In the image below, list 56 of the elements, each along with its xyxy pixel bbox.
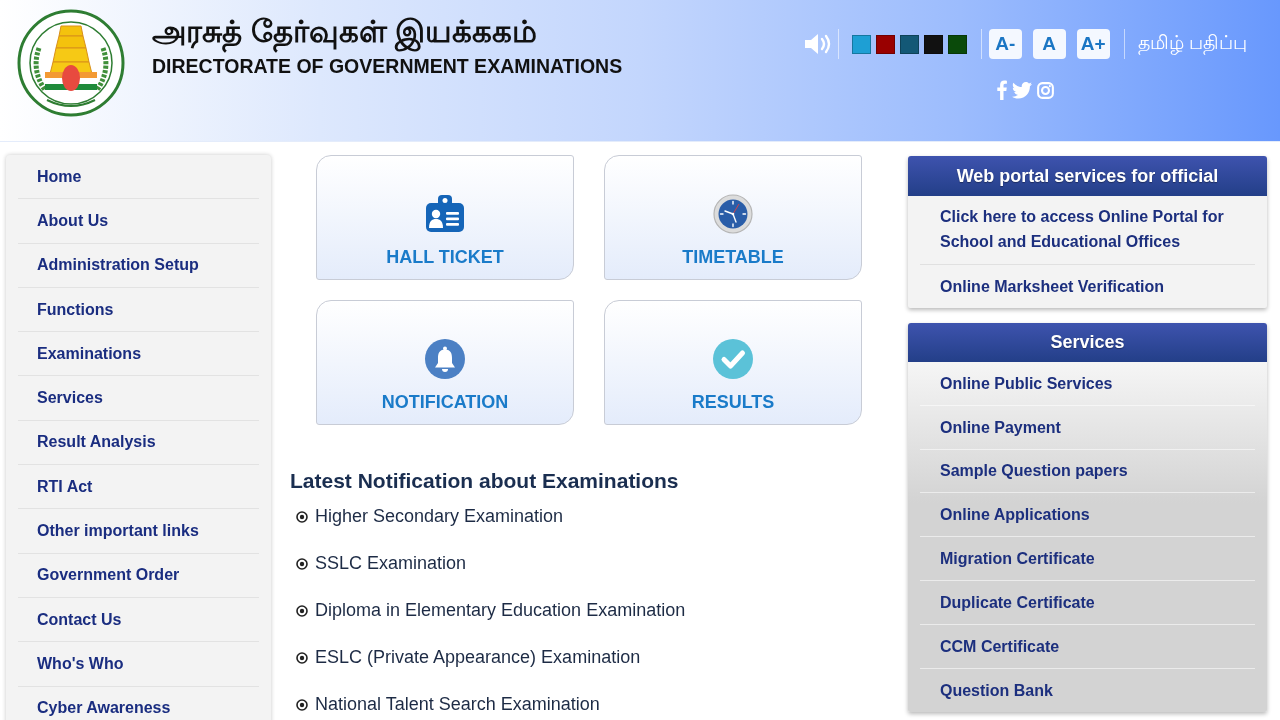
bell-icon: [425, 339, 465, 379]
panel-link[interactable]: CCM Certificate: [940, 633, 1060, 659]
sidebar-link[interactable]: Administration Setup: [37, 256, 199, 275]
panel-link[interactable]: Question Bank: [940, 677, 1053, 703]
clock-icon: [713, 194, 753, 234]
panel-link[interactable]: Online Applications: [940, 502, 1090, 528]
panel-link[interactable]: Online Public Services: [940, 370, 1113, 396]
color-swatch-icon[interactable]: [899, 34, 919, 54]
panel-link[interactable]: Migration Certificate: [940, 546, 1095, 572]
dot-circle-icon: [296, 510, 308, 523]
facebook-icon[interactable]: [996, 80, 1007, 100]
notification-link[interactable]: ESLC (Private Appearance) Examination: [296, 647, 641, 668]
color-swatch-icon[interactable]: [947, 34, 967, 54]
sidebar-link[interactable]: Other important links: [37, 522, 199, 540]
font-reset-button[interactable]: A: [1032, 29, 1066, 59]
font-increase-button[interactable]: A+: [1076, 29, 1110, 59]
sidebar-link[interactable]: RTI Act: [37, 477, 93, 496]
notification-link[interactable]: Diploma in Elementary Education Examination: [296, 600, 686, 621]
color-swatch-icon[interactable]: [875, 34, 895, 54]
shortcut-tile[interactable]: RESULTS: [604, 300, 862, 425]
instagram-icon[interactable]: [1036, 81, 1054, 99]
panel-link[interactable]: Online Marksheet Verification: [940, 274, 1165, 299]
shortcut-tile[interactable]: NOTIFICATION: [316, 300, 574, 425]
panel-link[interactable]: Online Payment: [940, 414, 1061, 440]
sidebar-link[interactable]: Who's Who: [37, 654, 124, 673]
sidebar-link[interactable]: Result Analysis: [37, 433, 156, 452]
dot-circle-icon: [296, 557, 308, 570]
sidebar-link[interactable]: Examinations: [37, 344, 142, 363]
panel-header: Web portal services for official: [908, 156, 1267, 196]
sidebar-link[interactable]: Services: [37, 389, 103, 408]
shortcut-tile[interactable]: HALL TICKET: [316, 155, 574, 280]
panel-link[interactable]: Click here to access Online Portal for School and Educational Offices: [940, 204, 1255, 254]
shortcut-tile[interactable]: TIMETABLE: [604, 155, 862, 280]
sidebar-link[interactable]: About Us: [37, 211, 109, 230]
color-swatch-icon[interactable]: [851, 34, 871, 54]
panel-link[interactable]: Duplicate Certificate: [940, 589, 1095, 615]
id-badge-icon: [425, 194, 465, 234]
dot-circle-icon: [296, 698, 308, 711]
sidebar-link[interactable]: Home: [37, 167, 82, 186]
notification-link[interactable]: SSLC Examination: [296, 553, 467, 574]
sidebar-link[interactable]: Contact Us: [37, 610, 122, 629]
notification-link[interactable]: Higher Secondary Examination: [296, 506, 564, 527]
color-swatch-icon[interactable]: [923, 34, 943, 54]
section-heading: Latest Notification about Examinations: [290, 469, 680, 493]
check-circle-icon: [713, 339, 753, 379]
sidebar-link[interactable]: Cyber Awareness: [37, 699, 171, 718]
sidebar-link[interactable]: Functions: [37, 300, 114, 319]
panel-link[interactable]: Sample Question papers: [940, 458, 1128, 484]
sidebar-link[interactable]: Government Order: [37, 566, 180, 585]
twitter-icon[interactable]: [1011, 81, 1032, 99]
font-decrease-button[interactable]: A-: [988, 29, 1022, 59]
site-subtitle: DIRECTORATE OF GOVERNMENT EXAMINATIONS: [152, 55, 623, 77]
dot-circle-icon: [296, 651, 308, 664]
notification-link[interactable]: National Talent Search Examination: [296, 694, 600, 715]
panel-header: Services: [908, 323, 1267, 362]
dot-circle-icon: [296, 604, 308, 617]
